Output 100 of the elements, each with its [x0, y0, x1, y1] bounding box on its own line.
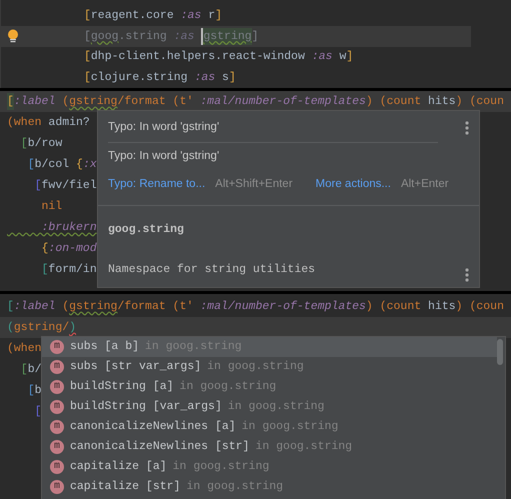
- code-token: [: [84, 49, 91, 66]
- code-token: [: [26, 382, 35, 399]
- code-token: /format (t': [117, 94, 194, 110]
- code-token: hits: [428, 298, 456, 315]
- shortcut-hint: Alt+Shift+Enter: [215, 177, 293, 192]
- location-text: in goog.string: [186, 479, 284, 496]
- code-token: [: [40, 262, 48, 278]
- code-token: (when: [7, 340, 42, 357]
- code-token: ]: [215, 8, 222, 24]
- completion-item[interactable]: m canonicalizeNewlines [str] in goog.string: [42, 437, 497, 457]
- code-token: gstring/: [14, 320, 70, 336]
- quick-fix-link[interactable]: Typo: Rename to...: [108, 176, 206, 194]
- code-token: :as: [180, 8, 202, 24]
- code-token: {: [40, 240, 48, 257]
- code-token: gstring: [201, 28, 252, 45]
- code-token: [: [26, 156, 35, 173]
- code-token: :on-mod: [48, 240, 97, 257]
- scrollbar-thumb[interactable]: [497, 339, 503, 365]
- code-token: (: [61, 298, 70, 315]
- code-token: :mal/number-of-templates: [200, 298, 366, 315]
- code-token: nil: [40, 198, 62, 215]
- code-token: ) (count: [366, 298, 422, 315]
- location-text: in goog.string: [207, 359, 304, 376]
- location-text: in goog.string: [172, 459, 270, 476]
- code-token: [: [34, 404, 42, 420]
- shortcut-hint: Alt+Enter: [400, 177, 449, 192]
- method-icon: m: [50, 400, 64, 414]
- code-token: [: [20, 136, 28, 152]
- code-token: admin?: [48, 114, 90, 131]
- code-token: reagent.core: [90, 8, 175, 24]
- method-signature: canonicalizeNewlines [str]: [70, 439, 250, 456]
- code-token: {: [76, 156, 83, 173]
- code-token: [: [20, 362, 28, 378]
- code-token: goog: [90, 28, 119, 44]
- doc-title: goog.string: [108, 223, 184, 236]
- location-text: in goog.string: [242, 419, 338, 436]
- code-token: .string: [118, 28, 168, 44]
- more-options-icon[interactable]: [465, 268, 469, 282]
- code-token: ]: [252, 28, 259, 44]
- completion-item[interactable]: m buildString [a] in goog.string: [42, 377, 497, 397]
- completion-item[interactable]: m capitalize [str] in goog.string: [42, 477, 497, 497]
- method-signature: subs [a b]: [70, 339, 140, 356]
- code-token: fwv/fiel: [42, 178, 97, 194]
- code-token: (: [7, 320, 14, 336]
- problem-text: Typo: In word 'gstring': [108, 148, 220, 164]
- code-token: form/in: [48, 262, 97, 278]
- code-token: :as: [174, 28, 196, 44]
- code-token: (when: [7, 114, 43, 131]
- location-text: in goog.string: [228, 399, 324, 416]
- code-token: [: [7, 298, 14, 315]
- code-token: [: [7, 92, 14, 110]
- method-signature: capitalize [a]: [70, 459, 167, 476]
- code-token: :label: [14, 298, 56, 315]
- method-icon: m: [50, 420, 64, 434]
- code-token: :as: [194, 70, 216, 86]
- code-token: [: [84, 70, 91, 86]
- code-token: ]: [346, 49, 354, 66]
- more-options-icon[interactable]: [465, 120, 469, 134]
- method-signature: capitalize [str]: [70, 479, 180, 496]
- code-token: gstring: [69, 94, 118, 110]
- code-token: ) (coun: [456, 94, 504, 110]
- method-signature: subs [str var_args]: [70, 359, 202, 376]
- code-token: ) (coun: [456, 298, 504, 315]
- method-icon: m: [50, 360, 64, 374]
- method-signature: buildString [var_args]: [70, 399, 222, 416]
- code-token: s: [221, 70, 229, 86]
- code-token: :label: [14, 94, 56, 110]
- code-token: dhp-client.helpers.react-window: [90, 49, 306, 66]
- method-icon: m: [50, 380, 64, 394]
- code-token: gstring: [69, 298, 118, 315]
- method-signature: buildString [a]: [70, 379, 174, 396]
- completion-item[interactable]: m buildString [var_args] in goog.string: [42, 397, 497, 417]
- code-token: hits: [428, 94, 456, 110]
- completion-item[interactable]: m subs [str var_args] in goog.string: [42, 357, 497, 377]
- code-token: [: [34, 178, 42, 194]
- code-token: :brukern: [40, 220, 97, 236]
- method-icon: m: [50, 480, 64, 494]
- code-token: w: [338, 49, 346, 66]
- code-token: ) (count: [366, 94, 422, 110]
- code-token: b: [34, 382, 42, 399]
- code-token: [: [84, 28, 91, 44]
- code-token: :as: [312, 49, 332, 66]
- completion-item[interactable]: m canonicalizeNewlines [a] in goog.string: [42, 417, 497, 437]
- code-token: [: [84, 8, 91, 24]
- quick-fix-link[interactable]: More actions...: [316, 176, 391, 194]
- method-icon: m: [50, 340, 64, 354]
- code-token: clojure.string: [90, 70, 189, 86]
- completion-item[interactable]: m capitalize [a] in goog.string: [42, 457, 497, 477]
- code-token: :mal/number-of-templates: [200, 94, 366, 110]
- lightbulb-icon[interactable]: [7, 28, 19, 44]
- location-text: in goog.string: [255, 439, 352, 456]
- doc-text: Namespace for string utilities: [108, 262, 316, 278]
- code-token: b/: [28, 362, 42, 378]
- code-token: :x: [82, 156, 97, 173]
- method-icon: m: [50, 440, 64, 454]
- code-token: ]: [228, 70, 236, 86]
- code-token: /format (t': [117, 298, 194, 315]
- method-icon: m: [50, 460, 64, 474]
- code-token: b/row: [28, 136, 62, 152]
- location-text: in goog.string: [180, 379, 276, 396]
